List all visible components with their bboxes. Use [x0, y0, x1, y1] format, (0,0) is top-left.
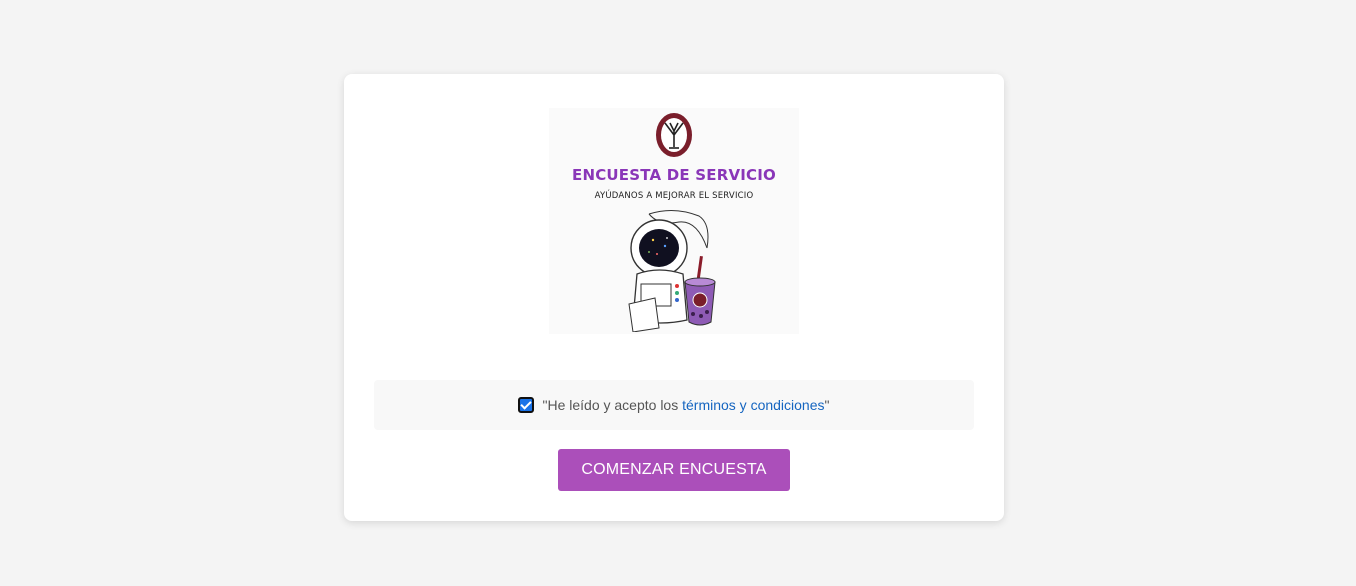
tree-crest-logo [656, 113, 692, 157]
start-survey-button[interactable]: COMENZAR ENCUESTA [558, 449, 790, 491]
terms-text: He leído y acepto los [547, 397, 683, 413]
banner-subtitle: AYÚDANOS A MEJORAR EL SERVICIO [594, 191, 754, 201]
survey-banner-image: ENCUESTA DE SERVICIO AYÚDANOS A MEJORAR … [549, 108, 799, 334]
terms-close-quote: " [824, 397, 830, 413]
astronaut-illustration [628, 210, 716, 332]
terms-acceptance-row: " He leído y acepto los términos y condic… [374, 380, 974, 430]
terms-checkbox[interactable] [518, 397, 535, 413]
terms-conditions-link[interactable]: términos y condiciones [682, 397, 824, 413]
banner-title: ENCUESTA DE SERVICIO [572, 166, 776, 184]
survey-card: ENCUESTA DE SERVICIO AYÚDANOS A MEJORAR … [344, 74, 1004, 521]
